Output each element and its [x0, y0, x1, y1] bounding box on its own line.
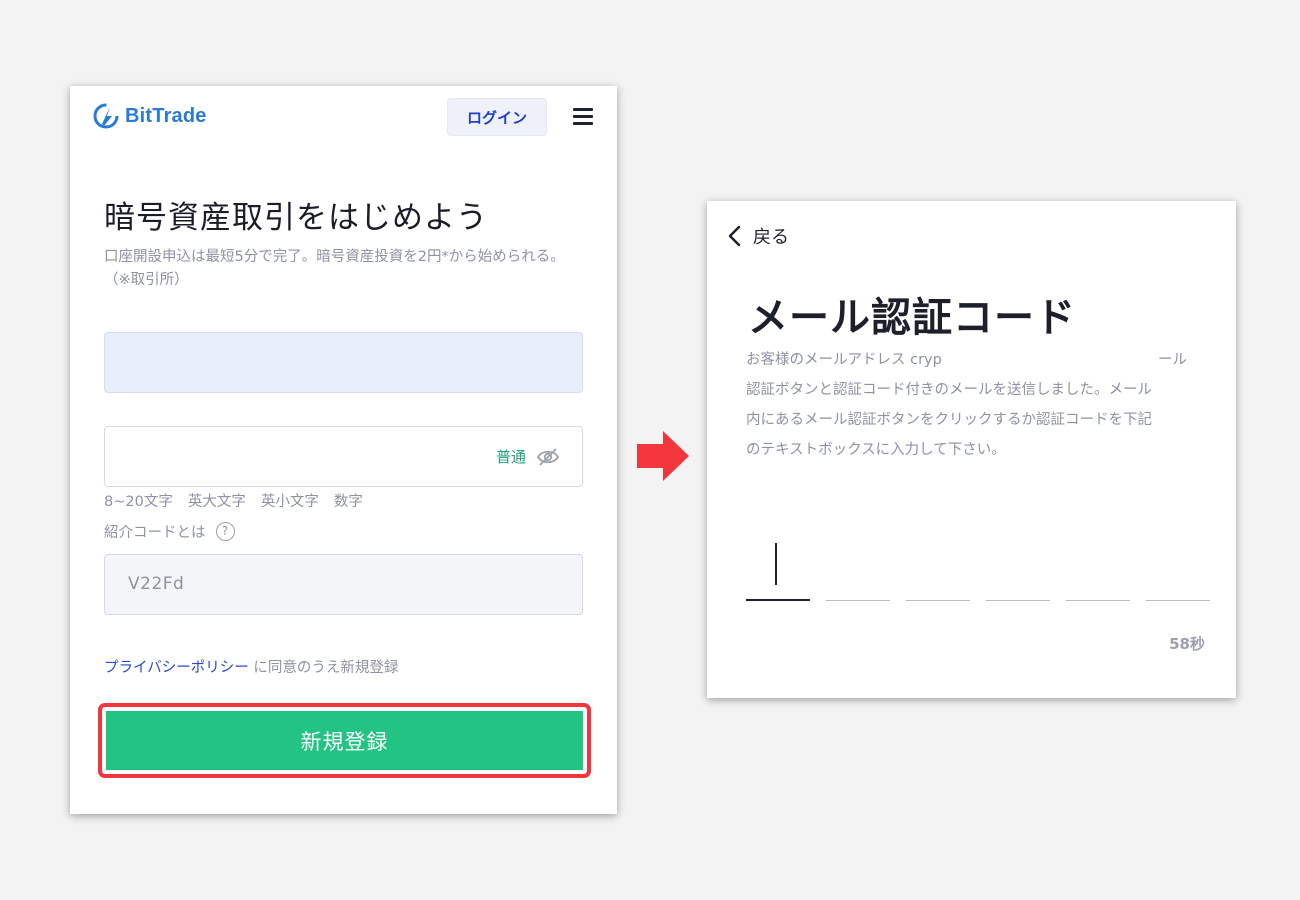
description-line: 認証ボタンと認証コード付きのメールを送信しました。メール	[746, 382, 1152, 398]
logo-text: BitTrade	[125, 104, 207, 127]
referral-help-row: 紹介コードとは ?	[104, 521, 235, 542]
privacy-policy-link[interactable]: プライバシーポリシー	[104, 660, 249, 676]
privacy-consent: プライバシーポリシー に同意のうえ新規登録	[104, 656, 398, 677]
hamburger-menu-icon[interactable]	[573, 108, 595, 126]
verification-title: メール認証コード	[748, 295, 1076, 341]
description-line: ール	[1158, 352, 1187, 368]
password-rule: 英大文字	[187, 494, 246, 510]
chevron-left-icon	[728, 225, 741, 247]
right-arrow-icon	[637, 431, 689, 481]
referral-code-field[interactable]: V22Fd	[104, 554, 583, 615]
description-line: のテキストボックスに入力して下さい。	[746, 442, 1006, 458]
referral-code-value: V22Fd	[128, 574, 185, 594]
email-field[interactable]	[104, 332, 583, 393]
privacy-consent-text: に同意のうえ新規登録	[248, 660, 399, 676]
password-rule: 英小文字	[260, 494, 319, 510]
referral-label: 紹介コードとは	[104, 525, 206, 541]
site-header: BitTrade ログイン	[70, 86, 617, 148]
login-button[interactable]: ログイン	[447, 98, 547, 136]
bittrade-logo[interactable]: BitTrade	[93, 103, 207, 129]
password-rule: 数字	[333, 494, 363, 510]
resend-timer: 58秒	[1169, 635, 1205, 653]
verification-description: お客様のメールアドレス cryp ール 認証ボタンと認証コード付きのメールを送信…	[746, 345, 1196, 465]
eye-off-icon[interactable]	[536, 446, 560, 468]
signup-button[interactable]: 新規登録	[106, 711, 583, 770]
description-line: お客様のメールアドレス cryp	[746, 352, 942, 368]
code-digit-input[interactable]	[1146, 533, 1210, 601]
password-field[interactable]: 普通	[104, 426, 583, 487]
verification-code-input	[746, 533, 1210, 601]
description-line: 内にあるメール認証ボタンをクリックするか認証コードを下記	[746, 412, 1152, 428]
code-digit-input[interactable]	[1066, 533, 1130, 601]
text-cursor	[775, 543, 777, 585]
password-rules: 8~20文字 英大文字 英小文字 数字	[104, 490, 363, 511]
password-rule: 8~20文字	[104, 494, 173, 510]
question-circle-icon[interactable]: ?	[215, 522, 235, 541]
signup-screen: BitTrade ログイン 暗号資産取引をはじめよう 口座開設申込は最短5分で完…	[70, 86, 617, 814]
code-digit-input[interactable]	[826, 533, 890, 601]
code-digit-input[interactable]	[986, 533, 1050, 601]
page-subtitle: 口座開設申込は最短5分で完了。暗号資産投資を2円*から始められる。（※取引所）	[104, 249, 565, 288]
back-label: 戻る	[753, 227, 789, 248]
email-verification-screen: 戻る メール認証コード お客様のメールアドレス cryp ール 認証ボタンと認証…	[707, 201, 1236, 698]
code-digit-input[interactable]	[906, 533, 970, 601]
page-title: 暗号資産取引をはじめよう	[104, 200, 488, 236]
password-strength-label: 普通	[495, 448, 526, 466]
bittrade-logo-icon	[93, 103, 119, 129]
code-digit-input[interactable]	[746, 533, 810, 601]
back-button[interactable]: 戻る	[727, 223, 789, 249]
